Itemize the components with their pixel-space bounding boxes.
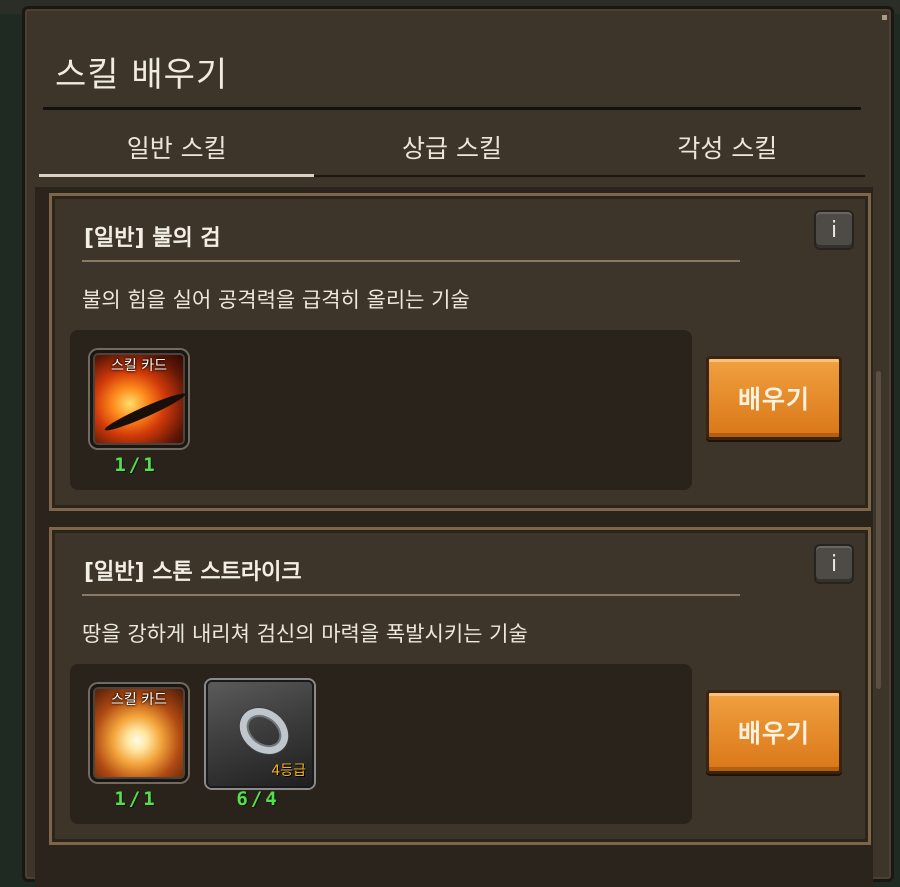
skill-title: [일반] 스톤 스트라이크 (84, 560, 302, 585)
tab-normal-skill[interactable]: 일반 스킬 (39, 119, 314, 175)
window-corner-marker (882, 15, 887, 20)
item-count: 1/1 (114, 454, 158, 476)
title-divider (43, 107, 861, 110)
active-tab-indicator (39, 174, 314, 177)
silver-ring-icon (230, 698, 298, 764)
tab-awakening-skill[interactable]: 각성 스킬 (590, 119, 865, 175)
tab-advanced-skill[interactable]: 상급 스킬 (314, 119, 589, 175)
fire-sword-skill-card-icon[interactable]: 스킬 카드 (90, 350, 188, 448)
info-button[interactable]: i (814, 210, 854, 250)
learn-button[interactable]: 배우기 (706, 690, 842, 774)
stone-strike-skill-card-icon[interactable]: 스킬 카드 (90, 684, 188, 782)
item-grade: 4등급 (271, 763, 306, 779)
skill-description: 땅을 강하게 내리쳐 검신의 마력을 폭발시키는 기술 (82, 622, 528, 646)
item-count: 6/4 (236, 788, 280, 810)
item-label: 스킬 카드 (111, 358, 167, 374)
skill-card-stone-strike: [일반] 스톤 스트라이크 i 땅을 강하게 내리쳐 검신의 마력을 폭발시키는… (49, 527, 871, 845)
scrollbar[interactable] (876, 371, 881, 689)
skill-list[interactable]: [일반] 불의 검 i 불의 힘을 실어 공격력을 급격히 올리는 기술 스킬 … (35, 187, 881, 887)
item-label: 스킬 카드 (111, 692, 167, 708)
required-items-box: 스킬 카드 1/1 (70, 330, 692, 490)
ring-item-slot[interactable]: 4등급 (206, 680, 314, 788)
skill-title-divider (82, 594, 740, 596)
item-count: 1/1 (114, 788, 158, 810)
learn-button[interactable]: 배우기 (706, 356, 842, 440)
required-items-box: 스킬 카드 1/1 4등급 6/4 (70, 664, 692, 824)
skill-learn-window: 스킬 배우기 일반 스킬 상급 스킬 각성 스킬 [일반] 불의 검 i 불의 … (22, 6, 894, 887)
blade-shape (102, 389, 185, 435)
window-title: 스킬 배우기 (55, 55, 229, 95)
skill-title-divider (82, 260, 740, 262)
skill-description: 불의 힘을 실어 공격력을 급격히 올리는 기술 (82, 288, 470, 312)
skill-tabs: 일반 스킬 상급 스킬 각성 스킬 (39, 119, 865, 175)
info-button[interactable]: i (814, 544, 854, 584)
skill-title: [일반] 불의 검 (84, 226, 221, 251)
skill-card-fire-sword: [일반] 불의 검 i 불의 힘을 실어 공격력을 급격히 올리는 기술 스킬 … (49, 193, 871, 511)
